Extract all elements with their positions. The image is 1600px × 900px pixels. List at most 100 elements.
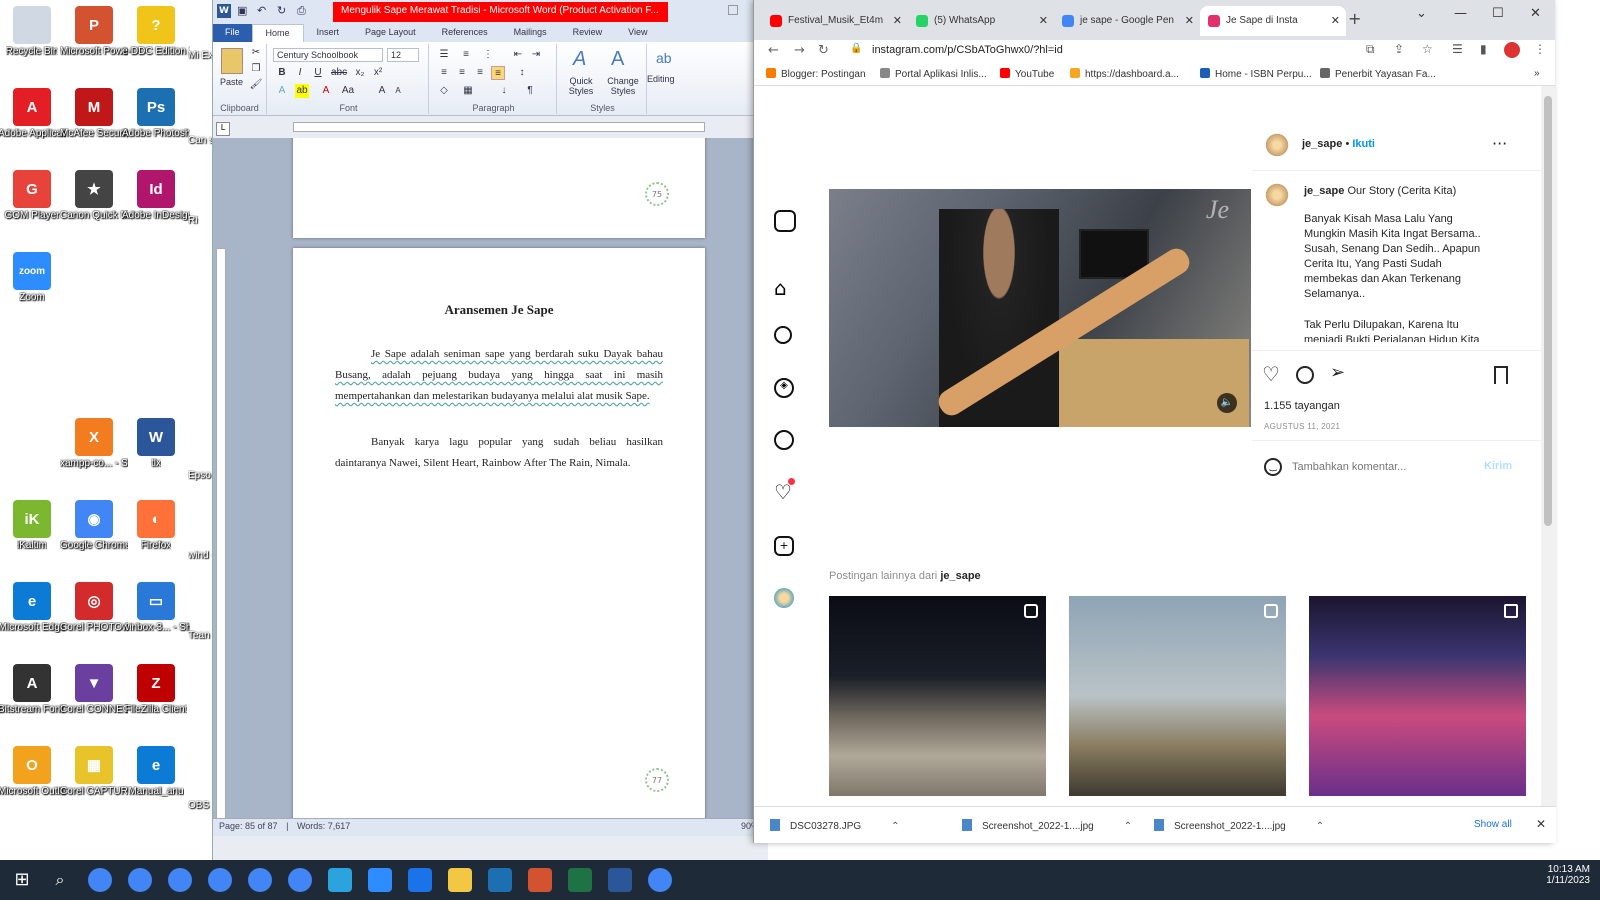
instagram-logo-icon[interactable]	[774, 210, 796, 232]
download-chevron-icon[interactable]: ⌃	[1124, 821, 1132, 832]
download-chevron-icon[interactable]: ⌃	[1316, 821, 1324, 832]
scrollbar-thumb[interactable]	[1544, 96, 1552, 526]
views-count[interactable]: 1.155 tayangan	[1264, 400, 1340, 412]
shading-icon[interactable]: ◇	[437, 84, 451, 98]
author-avatar[interactable]	[1264, 132, 1290, 158]
font-color-icon[interactable]: A	[319, 84, 333, 98]
horizontal-ruler[interactable]: L	[213, 116, 768, 138]
change-styles-button[interactable]: Change Styles	[603, 76, 643, 96]
quick-styles-icon[interactable]: A	[573, 48, 586, 71]
copy-icon[interactable]: ❐	[249, 62, 263, 76]
desktop-icon[interactable]: Wtlx	[124, 418, 188, 469]
clock-date[interactable]: 1/11/2023	[1546, 875, 1590, 886]
tab-selector-icon[interactable]: L	[216, 122, 230, 136]
tab-home[interactable]: Home	[251, 24, 304, 42]
download-item[interactable]: DSC03278.JPG ⌃	[770, 819, 900, 832]
comment-input[interactable]	[1292, 456, 1472, 478]
close-window-button[interactable]: ✕	[1530, 6, 1541, 21]
align-right-icon[interactable]: ≡	[473, 66, 487, 80]
editing-button[interactable]: Editing	[647, 74, 675, 84]
bookmark-item[interactable]: Penerbit Yayasan Fa...	[1320, 68, 1436, 80]
desktop-icon[interactable]: Xxampp-co... - Shortcut	[60, 418, 128, 469]
search-icon[interactable]	[774, 326, 792, 344]
line-spacing-icon[interactable]: ↕	[515, 66, 529, 80]
tab-view[interactable]: View	[615, 24, 660, 42]
more-posts-username[interactable]: je_sape	[940, 570, 980, 582]
borders-icon[interactable]: ▦	[461, 84, 475, 98]
desktop-icon[interactable]: zoom Zoom	[0, 252, 64, 303]
taskbar-search-icon[interactable]: ⌕	[48, 868, 72, 892]
shrink-font-icon[interactable]: A	[391, 84, 405, 98]
side-panel-icon[interactable]: ▮	[1480, 42, 1487, 56]
text-effects-icon[interactable]: A	[275, 84, 289, 98]
desktop-icon[interactable]: ? e-DDC Edition 23	[122, 6, 190, 57]
chrome-icon[interactable]	[88, 868, 112, 892]
tab-search-icon[interactable]: ⌄	[1416, 6, 1427, 21]
mute-icon[interactable]: 🔈	[1217, 393, 1237, 413]
redo-icon[interactable]: ↻	[277, 4, 291, 18]
bookmark-item[interactable]: https://dashboard.a...	[1070, 68, 1179, 80]
tab-close-icon[interactable]: ✕	[1039, 14, 1048, 27]
italic-icon[interactable]: I	[293, 66, 307, 80]
tab-review[interactable]: Review	[560, 24, 616, 42]
minimize-button[interactable]: —	[1454, 6, 1467, 21]
url-field[interactable]: instagram.com/p/CSbAToGhwx0/?hl=id	[866, 40, 1346, 62]
align-center-icon[interactable]: ≡	[455, 66, 469, 80]
status-page[interactable]: Page: 85 of 87	[219, 821, 278, 831]
download-item[interactable]: Screenshot_2022-1....jpg ⌃	[962, 819, 1132, 832]
chrome-icon[interactable]	[248, 868, 272, 892]
font-size-box[interactable]: 12	[387, 48, 419, 62]
desktop-icon[interactable]: ★ Canon Quick Menu	[60, 170, 128, 221]
align-left-icon[interactable]: ≡	[437, 66, 451, 80]
desktop-icon[interactable]: e Microsoft Edge	[0, 582, 65, 633]
back-icon[interactable]: ←	[768, 43, 779, 58]
desktop-icon[interactable]: ▦ Corel CAPTURE ...	[60, 746, 128, 797]
like-icon[interactable]: ♡	[1262, 362, 1280, 386]
file-explorer-icon[interactable]	[448, 868, 472, 892]
bold-icon[interactable]: B	[275, 66, 289, 80]
notifications-icon[interactable]: ♡	[774, 478, 795, 504]
zoom-icon[interactable]	[368, 868, 392, 892]
explore-icon[interactable]: ◈	[774, 378, 794, 398]
desktop-icon[interactable]: ◎ Corel PHOTO-PAI...	[60, 582, 128, 633]
thumbnail-concert[interactable]	[1309, 596, 1526, 796]
show-all-downloads[interactable]: Show all	[1474, 819, 1512, 830]
forward-icon[interactable]: →	[794, 43, 805, 58]
desktop-icon[interactable]: ▭ winbox-3... - Shortcut	[122, 582, 190, 633]
desktop-icon[interactable]: G GOM Player	[0, 170, 64, 221]
browser-tab[interactable]: (5) WhatsApp ✕	[908, 6, 1054, 36]
author-username[interactable]: je_sape	[1302, 138, 1342, 150]
paste-button[interactable]: Paste	[220, 77, 243, 87]
find-icon[interactable]: ab	[656, 50, 672, 66]
desktop-icon[interactable]: iK iKaltim	[0, 500, 64, 551]
more-bookmarks-icon[interactable]: »	[1534, 68, 1540, 79]
desktop-icon[interactable]: P Microsoft PowerPoi...	[60, 6, 128, 57]
chrome-icon[interactable]	[168, 868, 192, 892]
zoom-meeting-icon[interactable]	[408, 868, 432, 892]
quick-styles-button[interactable]: Quick Styles	[561, 76, 601, 96]
superscript-icon[interactable]: x²	[371, 66, 385, 80]
bullets-icon[interactable]: ☰	[437, 48, 451, 62]
multilevel-list-icon[interactable]: ⋮	[481, 48, 495, 62]
desktop-icon[interactable]: Id Adobe InDesign CS6	[122, 170, 190, 221]
change-case-icon[interactable]: Aa	[341, 84, 355, 98]
telegram-icon[interactable]	[328, 868, 352, 892]
tab-mailings[interactable]: Mailings	[501, 24, 560, 42]
tab-close-icon[interactable]: ✕	[1185, 14, 1194, 27]
chrome-icon[interactable]	[288, 868, 312, 892]
justify-icon[interactable]: ≡	[491, 66, 505, 80]
desktop-icon[interactable]: ▼ Corel CONNECT ...	[60, 664, 128, 715]
format-painter-icon[interactable]: 🖌	[249, 78, 263, 92]
underline-icon[interactable]: U	[311, 66, 325, 80]
maximize-button[interactable]: ☐	[1492, 6, 1504, 21]
browser-tab[interactable]: Festival_Musik_Et4m ✕	[762, 6, 908, 36]
tab-page-layout[interactable]: Page Layout	[352, 24, 429, 42]
page-current[interactable]: Aransemen Je Sape Je Sape adalah seniman…	[293, 248, 705, 824]
download-chevron-icon[interactable]: ⌃	[891, 821, 899, 832]
chrome-icon[interactable]	[648, 868, 672, 892]
profile-avatar[interactable]	[1504, 42, 1520, 58]
chrome-icon[interactable]	[128, 868, 152, 892]
translate-icon[interactable]: ⧉	[1366, 42, 1375, 57]
browser-tab[interactable]: Je Sape di Insta ✕	[1200, 6, 1346, 36]
thumbnail-excavator[interactable]	[1069, 596, 1286, 796]
